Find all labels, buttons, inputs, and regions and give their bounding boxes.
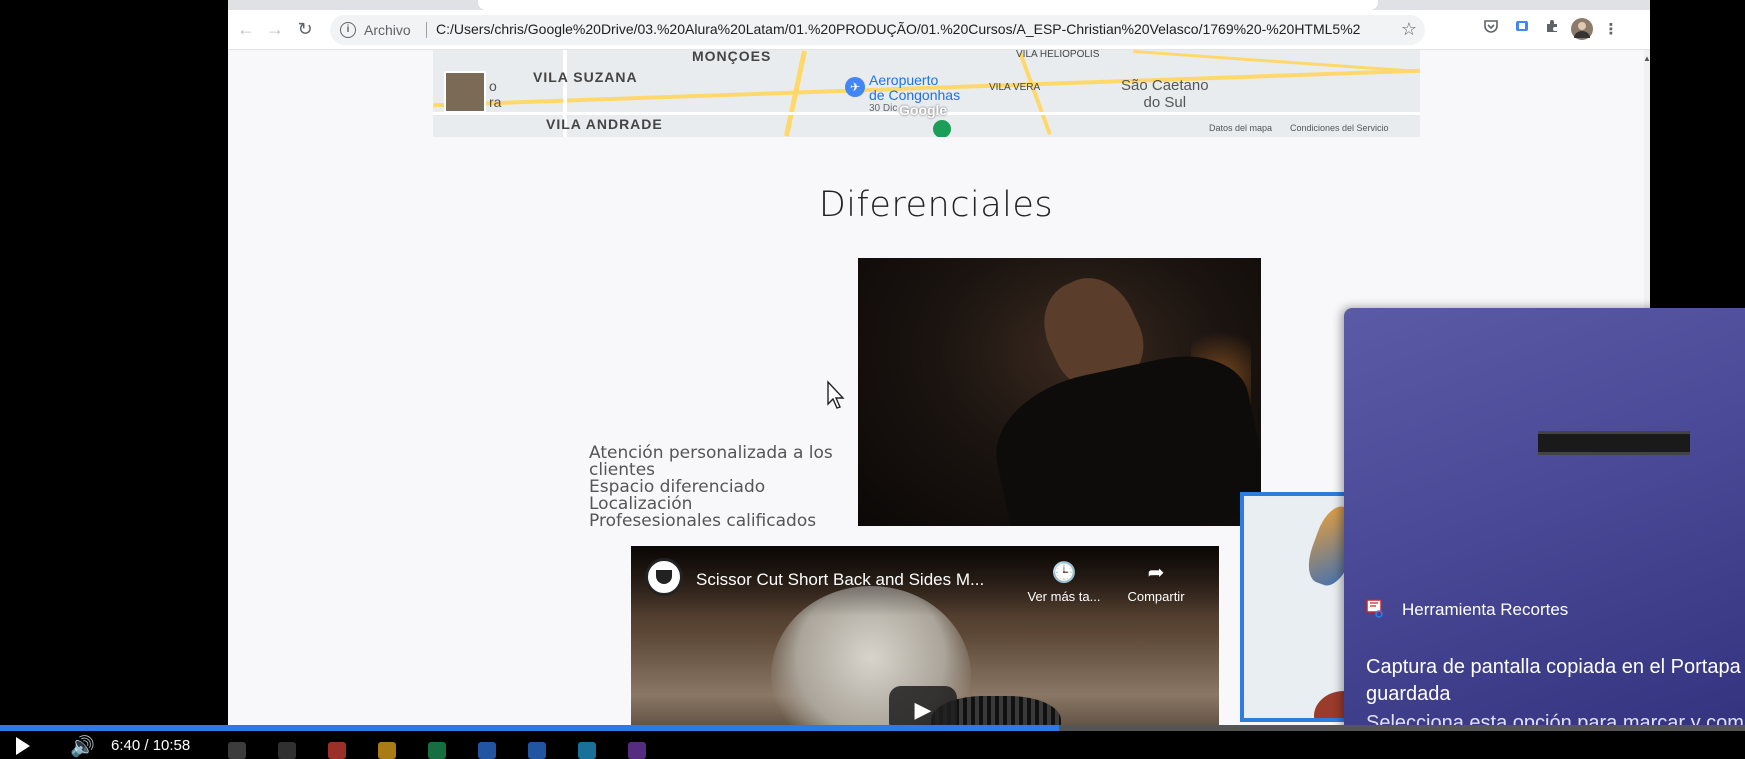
tab-strip xyxy=(228,0,1650,10)
app-icon[interactable] xyxy=(528,742,546,759)
browser-toolbar: ← → ↻ i Archivo C:/Users/chris/Google%20… xyxy=(228,10,1650,50)
embedded-map[interactable]: o ra MONÇOES VILA SUZANA VILA ANDRADE VI… xyxy=(433,50,1420,137)
city-label-line: São Caetano xyxy=(1121,77,1209,94)
share-arrow-icon: ➦ xyxy=(1147,562,1165,584)
extensions-puzzle-icon[interactable] xyxy=(1540,18,1564,42)
notification-title: Captura de pantalla copiada en el Portap… xyxy=(1366,656,1741,705)
back-arrow-icon[interactable]: ← xyxy=(233,16,259,42)
chrome-icon[interactable] xyxy=(328,742,346,759)
snipping-tool-icon xyxy=(1366,599,1383,618)
map-data-link[interactable]: Datos del mapa xyxy=(1209,123,1272,133)
menu-kebab-icon[interactable]: ⋮ xyxy=(1599,18,1623,42)
search-icon[interactable] xyxy=(278,742,296,759)
extension-blue-icon[interactable] xyxy=(1510,18,1534,42)
reload-icon[interactable]: ↻ xyxy=(292,16,318,42)
folder-icon[interactable] xyxy=(378,742,396,759)
barber-photo xyxy=(858,258,1261,526)
vscode-icon[interactable] xyxy=(578,742,596,759)
satellite-toggle-thumbnail[interactable] xyxy=(444,71,486,113)
map-label: VILA HELIÓPOLIS xyxy=(1016,50,1100,60)
taskbar-strip xyxy=(228,742,928,759)
snip-notification[interactable]: Herramienta Recortes Captura de pantalla… xyxy=(1344,308,1745,759)
list-item: Profesesionales calificados xyxy=(589,511,817,531)
map-road xyxy=(1018,51,1052,136)
share-label: Compartir xyxy=(1127,589,1185,604)
map-label-partial: ra xyxy=(489,94,502,110)
info-icon[interactable]: i xyxy=(340,22,356,38)
address-separator xyxy=(426,22,427,38)
active-tab[interactable] xyxy=(478,0,1378,10)
notification-app-name: Herramienta Recortes xyxy=(1402,600,1569,619)
address-bar[interactable]: i Archivo C:/Users/chris/Google%20Drive/… xyxy=(330,15,1425,45)
bookmark-star-icon[interactable]: ☆ xyxy=(1401,19,1417,40)
map-label: VILA VERA xyxy=(989,82,1041,93)
scroll-up-arrow-icon[interactable]: ▲ xyxy=(1643,54,1650,63)
map-marker-icon[interactable] xyxy=(933,120,951,137)
map-label-partial: o xyxy=(489,78,497,94)
google-logo: Google xyxy=(899,102,948,118)
windows-start-icon[interactable] xyxy=(228,742,246,759)
photo-body xyxy=(983,342,1261,526)
airport-sub-label: 30 Dic xyxy=(869,103,898,114)
city-label: São Caetano do Sul xyxy=(1121,77,1209,111)
video-title[interactable]: Scissor Cut Short Back and Sides M... xyxy=(696,570,984,590)
security-chip[interactable]: Archivo xyxy=(364,22,411,38)
map-label: VILA ANDRADE xyxy=(546,116,663,132)
airport-label-line: de Congonhas xyxy=(869,87,961,103)
screen-recording-frame: ← → ↻ i Archivo C:/Users/chris/Google%20… xyxy=(0,0,1745,759)
clock-icon: 🕒 xyxy=(1051,562,1077,584)
map-label: MONÇOES xyxy=(692,50,772,64)
airport-label-line: Aeropuerto xyxy=(869,72,939,88)
forward-arrow-icon[interactable]: → xyxy=(262,16,288,42)
features-list: Atención personalizada a los clientes Es… xyxy=(589,445,849,530)
volume-icon[interactable]: 🔊 xyxy=(70,734,95,759)
pocket-icon[interactable] xyxy=(1479,18,1503,42)
section-title: Diferenciales xyxy=(818,185,1054,225)
mouse-cursor-icon xyxy=(827,380,845,409)
city-label-line: do Sul xyxy=(1143,94,1187,111)
map-terms-link[interactable]: Condiciones del Servicio xyxy=(1290,123,1389,133)
share-button[interactable]: ➦ Compartir xyxy=(1116,560,1196,604)
map-road xyxy=(1133,50,1420,74)
profile-avatar[interactable] xyxy=(1570,18,1594,42)
play-icon[interactable] xyxy=(16,737,30,755)
map-label: VILA SUZANA xyxy=(533,69,638,85)
list-item: Atención personalizada a los clientes xyxy=(589,443,833,480)
app-icon[interactable] xyxy=(478,742,496,759)
player-time: 6:40 / 10:58 xyxy=(111,737,191,754)
app-icon[interactable] xyxy=(628,742,646,759)
watch-later-button[interactable]: 🕒 Ver más ta... xyxy=(1024,560,1104,604)
watch-later-label: Ver más ta... xyxy=(1027,589,1101,604)
url-text[interactable]: C:/Users/chris/Google%20Drive/03.%20Alur… xyxy=(436,21,1361,37)
channel-avatar-icon[interactable] xyxy=(645,558,683,596)
airport-label: Aeropuerto de Congonhas xyxy=(869,73,960,103)
app-icon[interactable] xyxy=(428,742,446,759)
webcam-overlay xyxy=(1240,492,1355,722)
airport-pin-icon[interactable]: ✈ xyxy=(845,77,865,97)
snip-preview xyxy=(1538,431,1690,455)
